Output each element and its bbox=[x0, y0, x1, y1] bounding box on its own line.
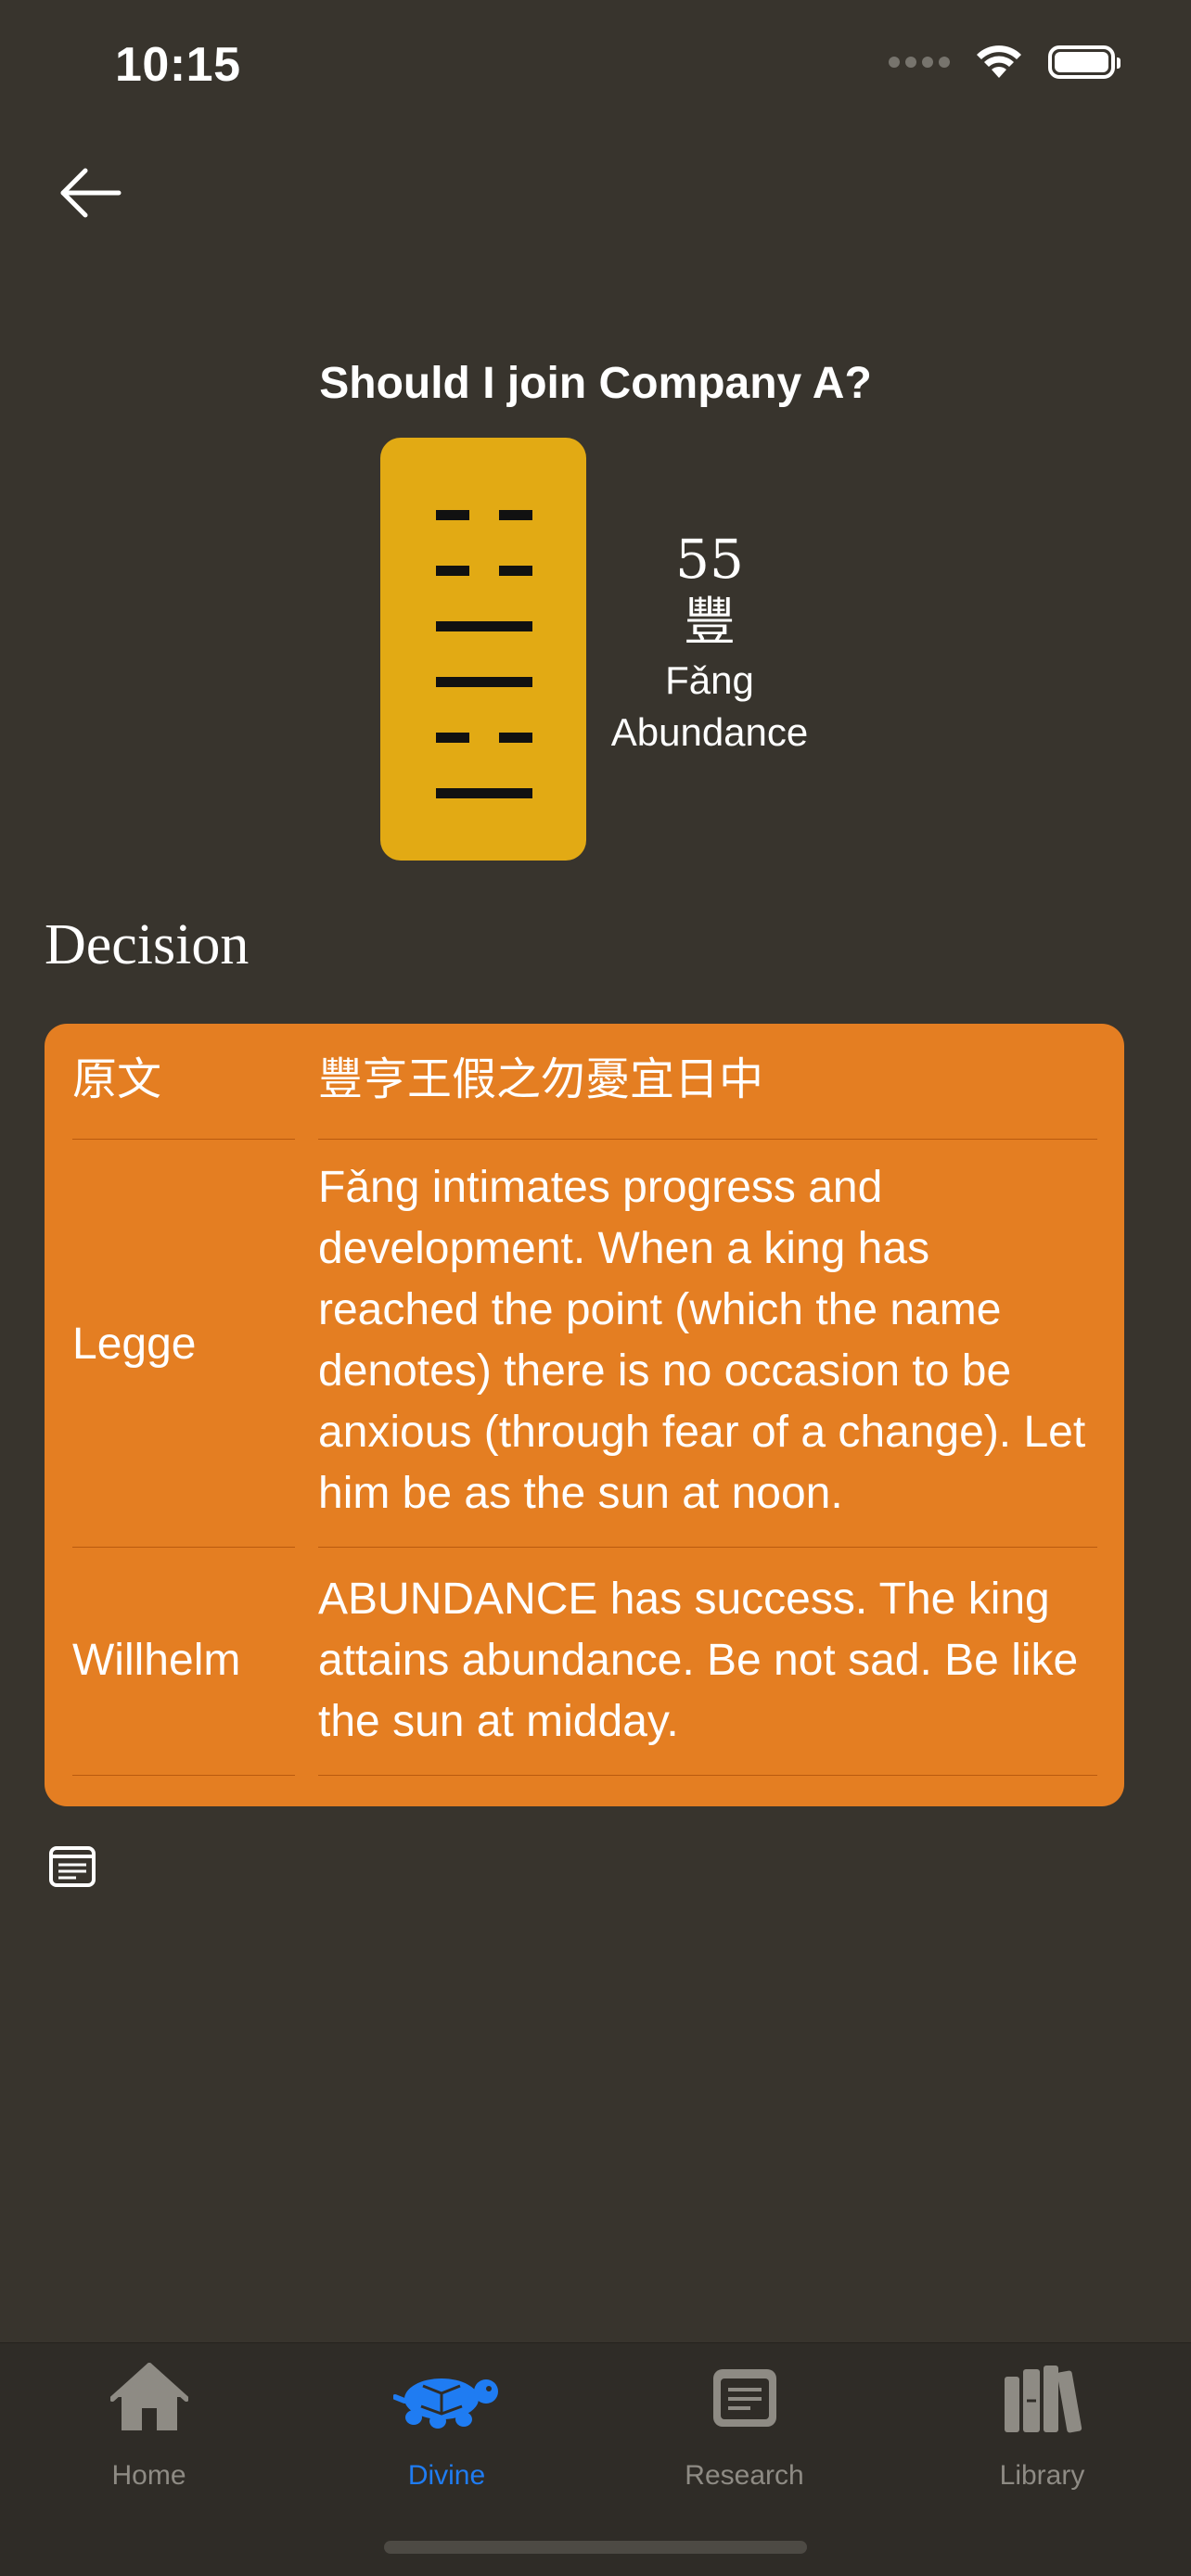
notes-button[interactable] bbox=[48, 1845, 96, 1888]
decision-heading: Decision bbox=[45, 913, 250, 976]
tab-divine[interactable]: Divine bbox=[298, 2343, 596, 2492]
row-label: Willhelm bbox=[72, 1636, 241, 1685]
tab-home[interactable]: Home bbox=[0, 2343, 298, 2492]
hexagram-info: 55 豐 Fǎng Abundance bbox=[594, 527, 826, 759]
decision-row-legge: Legge Fǎng intimates progress and develo… bbox=[45, 1139, 1124, 1547]
tab-research[interactable]: Research bbox=[596, 2343, 893, 2492]
divider bbox=[318, 1775, 1097, 1776]
tab-label: Divine bbox=[407, 2460, 486, 2491]
back-button[interactable] bbox=[56, 159, 130, 226]
decision-card: 原文 豐亨王假之勿憂宜日中 Legge Fǎng intimates progr… bbox=[45, 1024, 1124, 1806]
notes-icon bbox=[49, 1846, 96, 1887]
hexagram-line-solid bbox=[436, 621, 532, 631]
arrow-left-icon bbox=[60, 168, 122, 218]
row-label: Legge bbox=[72, 1320, 197, 1369]
home-indicator bbox=[384, 2541, 807, 2554]
hexagram-line-broken bbox=[436, 733, 532, 743]
hexagram-line-broken bbox=[436, 510, 532, 520]
tab-label: Research bbox=[685, 2460, 804, 2491]
home-icon bbox=[109, 2363, 188, 2430]
hexagram-character: 豐 bbox=[684, 593, 736, 653]
hexagram-line-solid bbox=[436, 677, 532, 687]
status-time: 10:15 bbox=[115, 38, 241, 92]
decision-row-original: 原文 豐亨王假之勿憂宜日中 bbox=[45, 1024, 1124, 1139]
hexagram-card bbox=[380, 438, 586, 861]
question-title: Should I join Company A? bbox=[319, 359, 872, 408]
decision-row-willhelm: Willhelm ABUNDANCE has success. The king… bbox=[45, 1547, 1124, 1775]
row-text: Fǎng intimates progress and development.… bbox=[318, 1163, 1086, 1518]
tab-label: Library bbox=[999, 2460, 1085, 2491]
row-text: ABUNDANCE has success. The king attains … bbox=[318, 1575, 1079, 1746]
turtle-icon bbox=[392, 2378, 498, 2429]
hexagram-line-broken bbox=[436, 566, 532, 576]
hexagram-line-solid bbox=[436, 788, 532, 798]
cellular-signal-icon bbox=[889, 57, 950, 68]
hexagram-number: 55 bbox=[675, 528, 744, 591]
tab-library[interactable]: Library bbox=[893, 2343, 1191, 2492]
books-icon bbox=[1004, 2366, 1082, 2433]
row-text: 豐亨王假之勿憂宜日中 bbox=[318, 1055, 764, 1104]
hexagram-pinyin: Fǎng bbox=[665, 658, 754, 702]
row-label: 原文 bbox=[72, 1055, 162, 1104]
divider bbox=[72, 1775, 295, 1776]
wifi-icon bbox=[977, 45, 1021, 78]
hexagram-english-name: Abundance bbox=[610, 710, 809, 754]
status-icons bbox=[889, 45, 1121, 80]
tab-label: Home bbox=[111, 2460, 186, 2491]
battery-icon bbox=[1048, 45, 1121, 79]
newspaper-icon bbox=[712, 2369, 776, 2427]
